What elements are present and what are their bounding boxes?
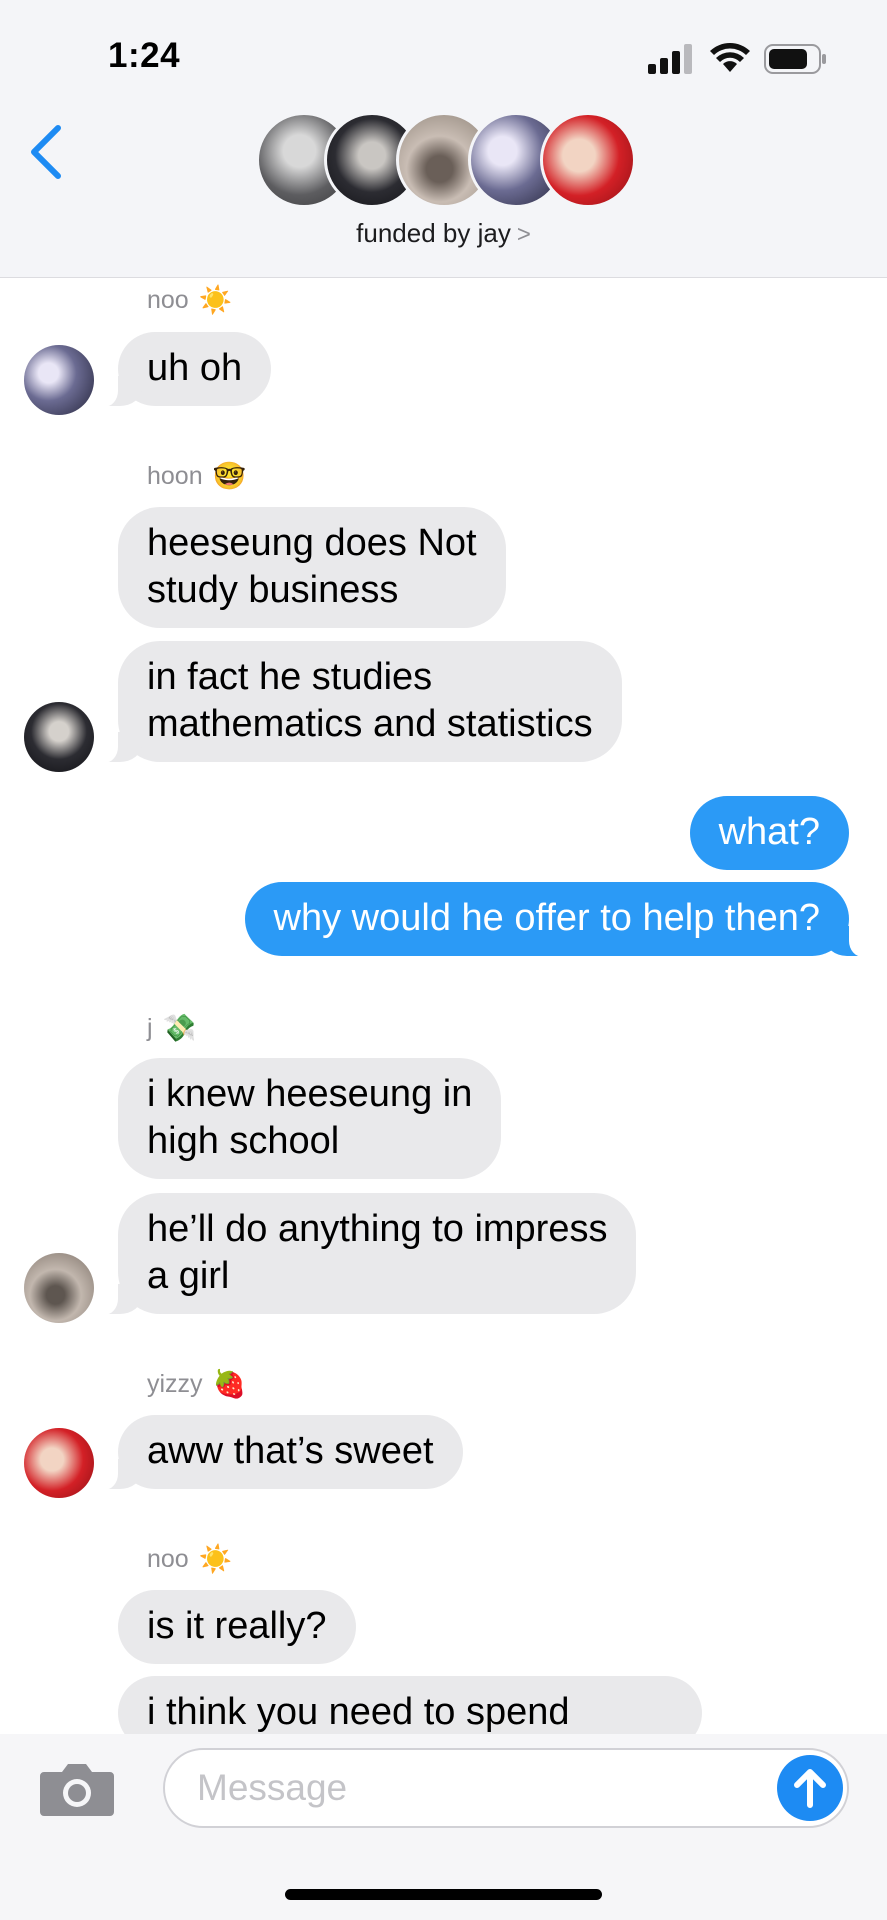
chevron-right-icon: > (516, 221, 531, 248)
camera-icon[interactable] (40, 1760, 114, 1816)
conversation-header: 1:24 funded by jay > (0, 0, 887, 278)
sender-label: noo ☀️ (147, 1545, 232, 1574)
sent-message[interactable]: why would he offer to help then? (244, 882, 874, 957)
wifi-icon (710, 43, 750, 72)
group-name-label: funded by jay (356, 218, 511, 248)
group-avatar-5 (540, 112, 636, 208)
sender-label: noo ☀️ (147, 286, 232, 315)
nerd-face-emoji: 🤓 (212, 461, 247, 491)
sender-name: noo (147, 286, 189, 314)
avatar-noo[interactable] (24, 345, 94, 415)
received-message[interactable]: i knew heeseung in high school (118, 1058, 502, 1179)
group-name[interactable]: funded by jay > (0, 218, 887, 249)
sender-label: hoon 🤓 (147, 462, 246, 491)
status-time: 1:24 (108, 36, 181, 75)
received-message[interactable]: aww that’s sweet (94, 1415, 463, 1490)
avatar-yizzy[interactable] (24, 1428, 94, 1498)
sender-label: j 💸 (147, 1014, 196, 1043)
sun-emoji: ☀️ (198, 1544, 233, 1574)
arrow-up-icon (794, 1769, 826, 1808)
sender-label: yizzy 🍓 (147, 1370, 246, 1399)
group-avatars[interactable] (256, 112, 636, 208)
sent-message[interactable]: what? (689, 796, 849, 870)
send-button[interactable] (777, 1755, 843, 1821)
received-message[interactable]: in fact he studies mathematics and stati… (94, 641, 622, 763)
sender-name: noo (147, 1545, 189, 1573)
received-message[interactable]: is it really? (118, 1590, 356, 1664)
battery-icon (764, 44, 826, 74)
received-message[interactable]: heeseung does Not study business (118, 507, 506, 628)
received-message[interactable]: uh oh (93, 332, 272, 407)
cellular-signal-icon (648, 44, 692, 74)
strawberry-emoji: 🍓 (212, 1369, 247, 1399)
sun-emoji: ☀️ (198, 285, 233, 315)
sender-name: hoon (147, 462, 203, 490)
message-input[interactable] (163, 1748, 849, 1828)
home-indicator (285, 1889, 602, 1900)
received-message[interactable]: he’ll do anything to impress a girl (93, 1193, 637, 1315)
sender-name: j (147, 1014, 153, 1042)
money-with-wings-emoji: 💸 (162, 1013, 197, 1043)
avatar-hoon[interactable] (24, 702, 94, 772)
sender-name: yizzy (147, 1370, 203, 1398)
back-chevron-icon[interactable] (26, 124, 66, 180)
avatar-j[interactable] (24, 1253, 94, 1323)
